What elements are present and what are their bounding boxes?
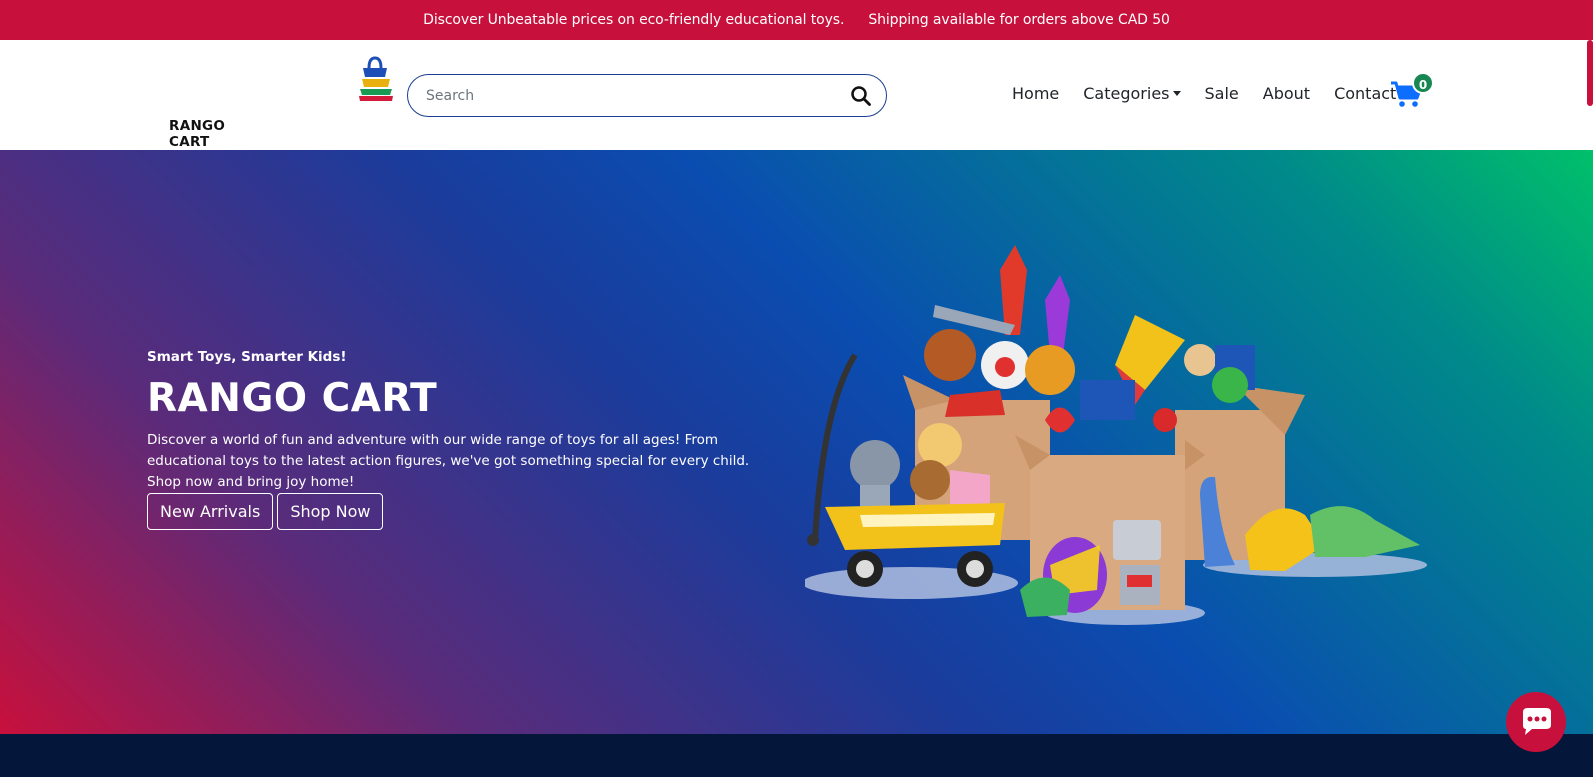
scrollbar-thumb[interactable] (1587, 40, 1593, 106)
site-header: RANGO CART Home Categories Sale About Co… (0, 40, 1593, 150)
hero-description: Discover a world of fun and adventure wi… (147, 432, 750, 490)
dark-section-strip (0, 734, 1593, 777)
cart-count-badge: 0 (1412, 72, 1434, 94)
toys-pile (924, 245, 1255, 433)
logo-text: RANGO CART (169, 118, 226, 150)
search-input[interactable] (426, 84, 826, 108)
shopping-bag-logo-icon (359, 56, 393, 101)
search-bar (407, 74, 887, 117)
search-icon (851, 86, 871, 106)
nav-about[interactable]: About (1251, 81, 1322, 107)
nav-categories[interactable]: Categories (1071, 81, 1192, 107)
logo[interactable]: RANGO CART (168, 56, 393, 150)
main-nav: Home Categories Sale About Contact (1000, 81, 1408, 107)
shop-now-button[interactable]: Shop Now (277, 493, 384, 530)
hero-title: RANGO CART (147, 376, 438, 421)
caret-down-icon (1172, 91, 1181, 96)
nav-sale[interactable]: Sale (1193, 81, 1251, 107)
announcement-bar: Discover Unbeatable prices on eco-friend… (0, 0, 1593, 40)
announcement-message: Discover Unbeatable prices on eco-friend… (423, 12, 845, 28)
toy-boxes-illustration (805, 245, 1427, 625)
hero-actions: New Arrivals Shop Now (147, 493, 384, 530)
hero-banner: Smart Toys, Smarter Kids! RANGO CART Dis… (0, 150, 1593, 734)
search-button[interactable] (850, 85, 872, 107)
chat-button[interactable] (1506, 692, 1566, 752)
nav-home[interactable]: Home (1000, 81, 1071, 107)
hero-tagline: Smart Toys, Smarter Kids! (147, 349, 347, 365)
nav-categories-label: Categories (1083, 84, 1170, 103)
announcement-shipping: Shipping available for orders above CAD … (868, 12, 1170, 28)
new-arrivals-button[interactable]: New Arrivals (147, 493, 274, 530)
chat-bubble-icon (1523, 708, 1551, 735)
